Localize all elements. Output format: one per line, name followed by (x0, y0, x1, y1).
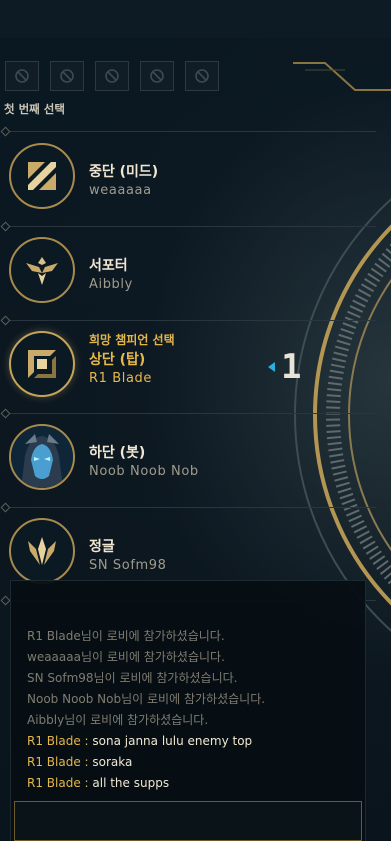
chat-text: all the supps (92, 776, 170, 790)
top-lane-icon (9, 331, 75, 397)
mid-lane-icon (9, 143, 75, 209)
ban-icon (15, 69, 29, 83)
player-role: 상단 (탑) (89, 352, 146, 368)
jungle-icon (9, 518, 75, 584)
player-role: 서포터 (89, 258, 128, 274)
chat-sender: R1 Blade (27, 734, 81, 748)
chat-user-message: R1 Blade : all the supps (27, 773, 265, 794)
ban-slot[interactable] (185, 61, 219, 91)
chat-text: sona janna lulu enemy top (92, 734, 253, 748)
chat-user-message: R1 Blade : sona janna lulu enemy top (27, 731, 265, 752)
pick-phase-label: 첫 번째 선택 (4, 102, 65, 116)
divider (6, 226, 376, 227)
ban-icon (60, 69, 74, 83)
player-slot-3[interactable]: 희망 챔피언 선택 상단 (탑) R1 Blade (9, 331, 309, 401)
pick-order-indicator: 1 (268, 350, 301, 384)
player-name: weaaaaa (89, 183, 152, 198)
chat-system-message: Aibbly님이 로비에 참가하셨습니다. (27, 713, 209, 727)
ban-icon (150, 69, 164, 83)
arrow-left-icon (268, 362, 275, 372)
player-role: 하단 (봇) (89, 445, 146, 461)
ban-slot[interactable] (50, 61, 84, 91)
ban-slot[interactable] (5, 61, 39, 91)
chat-separator: : (80, 734, 93, 748)
chat-sender: R1 Blade (27, 776, 81, 790)
ban-icon (195, 69, 209, 83)
ban-slot[interactable] (95, 61, 129, 91)
player-slot-4[interactable]: 하단 (봇) Noob Noob Nob (9, 424, 309, 494)
chat-system-message: weaaaaa님이 로비에 참가하셨습니다. (27, 650, 225, 664)
player-role: 중단 (미드) (89, 164, 159, 180)
player-name: R1 Blade (89, 371, 152, 386)
divider (6, 413, 376, 414)
chat-user-message: R1 Blade : soraka (27, 752, 265, 773)
chat-text: soraka (92, 755, 133, 769)
player-name: Noob Noob Nob (89, 464, 199, 479)
divider (6, 131, 376, 132)
player-name: SN Sofm98 (89, 558, 167, 573)
chat-separator: : (80, 755, 93, 769)
divider (6, 320, 376, 321)
chat-input[interactable] (14, 801, 362, 841)
support-icon (9, 237, 75, 303)
chat-separator: : (80, 776, 93, 790)
divider (6, 507, 376, 508)
ban-icon (105, 69, 119, 83)
ban-slots (5, 61, 219, 91)
player-name: Aibbly (89, 277, 133, 292)
ban-slot[interactable] (140, 61, 174, 91)
champion-portrait (9, 424, 75, 490)
chat-log[interactable]: R1 Blade님이 로비에 참가하셨습니다. weaaaaa님이 로비에 참가… (27, 626, 265, 794)
chat-system-message: R1 Blade님이 로비에 참가하셨습니다. (27, 629, 225, 643)
player-slot-1[interactable]: 중단 (미드) weaaaaa (9, 143, 309, 213)
player-status: 희망 챔피언 선택 (89, 333, 175, 347)
pick-order-number: 1 (281, 347, 302, 387)
chat-panel: R1 Blade님이 로비에 참가하셨습니다. weaaaaa님이 로비에 참가… (10, 580, 366, 841)
chat-system-message: SN Sofm98님이 로비에 참가하셨습니다. (27, 671, 238, 685)
top-bar (0, 0, 391, 38)
player-slot-5[interactable]: 정글 SN Sofm98 (9, 518, 309, 588)
player-role: 정글 (89, 539, 115, 555)
chat-system-message: Noob Noob Nob님이 로비에 참가하셨습니다. (27, 692, 266, 706)
chat-sender: R1 Blade (27, 755, 81, 769)
player-slot-2[interactable]: 서포터 Aibbly (9, 237, 309, 307)
